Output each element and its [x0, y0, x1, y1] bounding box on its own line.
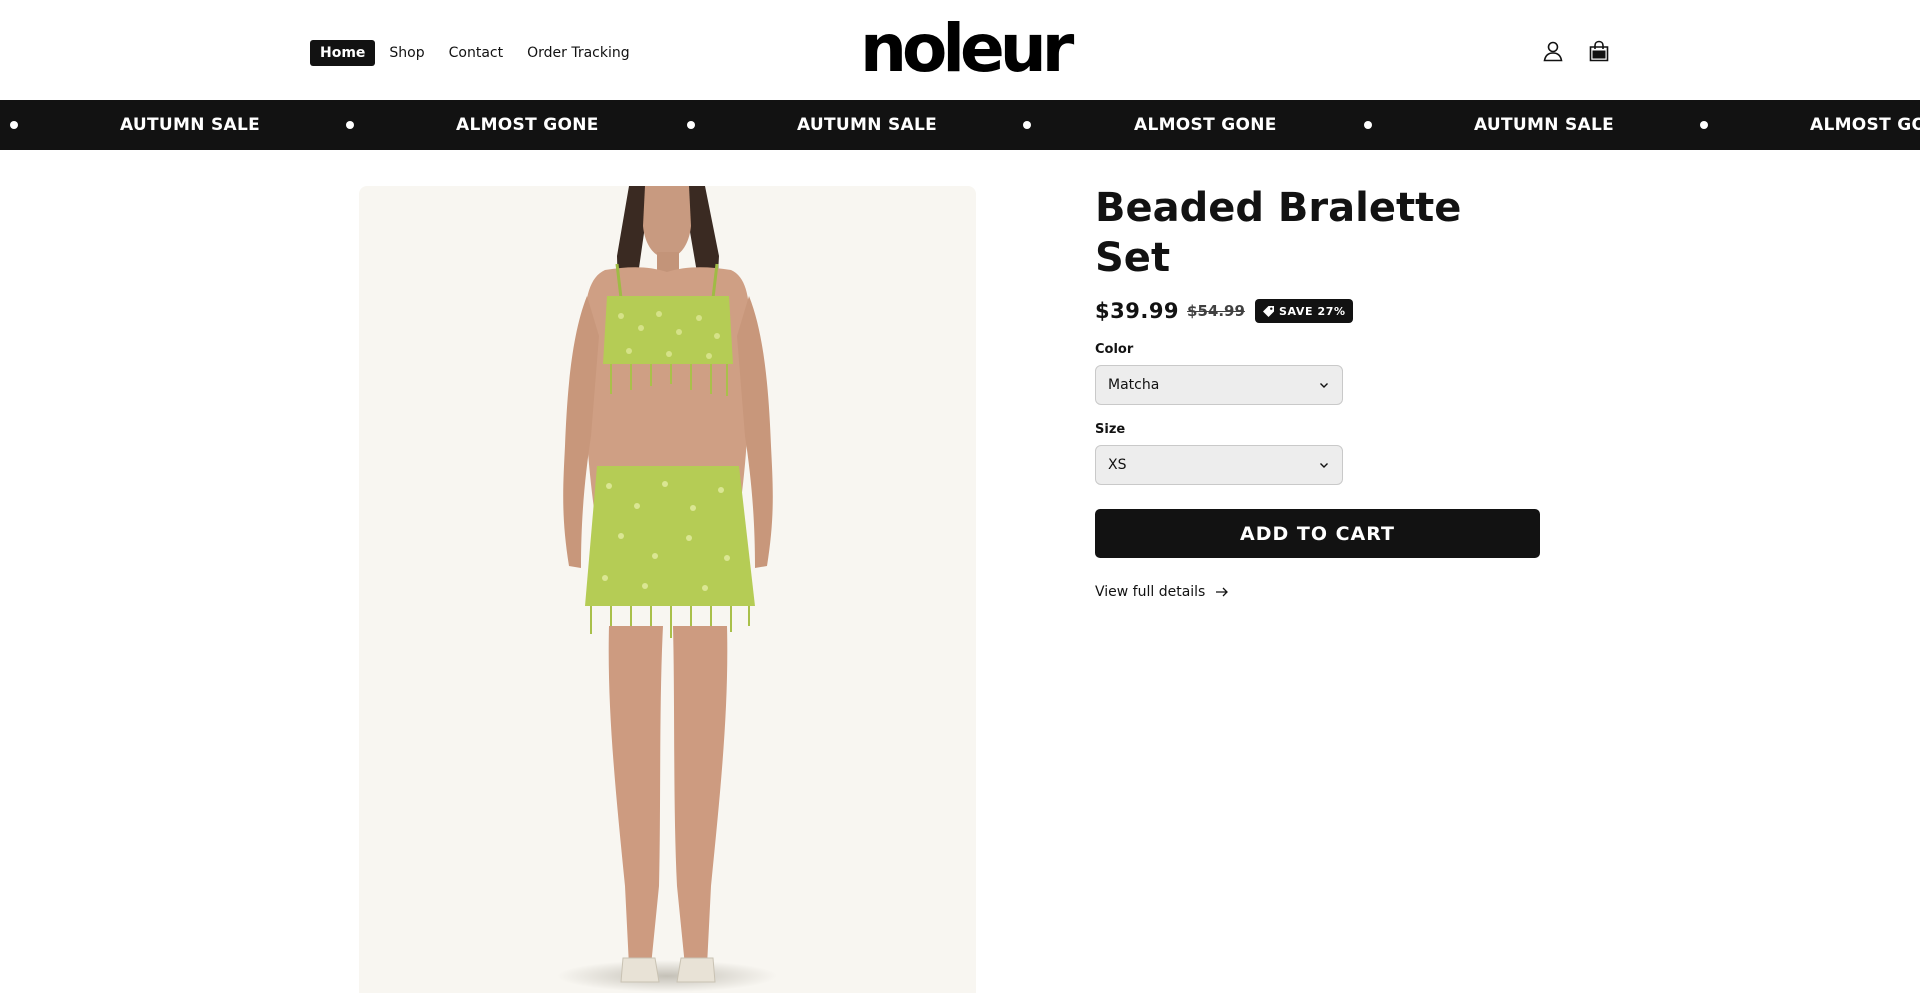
nav-home[interactable]: Home [310, 40, 376, 66]
announcement-item: ALMOST GONE [1810, 115, 1920, 135]
add-to-cart-button[interactable]: ADD TO CART [1095, 509, 1540, 558]
announcement-item: ALMOST GONE [1134, 115, 1277, 135]
arrow-right-icon [1216, 587, 1229, 597]
tag-icon [1262, 305, 1274, 317]
product-image[interactable] [359, 186, 976, 993]
color-select[interactable]: Matcha [1095, 365, 1343, 405]
main-nav: Home Shop Contact Order Tracking [310, 40, 644, 66]
save-badge: SAVE 27% [1254, 299, 1353, 323]
sale-price: $39.99 [1095, 299, 1180, 323]
view-details-link[interactable]: View full details [1095, 584, 1545, 600]
model-photo [557, 186, 777, 992]
nav-order-tracking[interactable]: Order Tracking [517, 40, 640, 66]
chevron-down-icon [1320, 383, 1328, 388]
cart-icon[interactable] [1586, 38, 1612, 64]
announcement-item: AUTUMN SALE [797, 115, 938, 135]
chevron-down-icon [1320, 463, 1328, 468]
color-label: Color [1095, 342, 1134, 357]
size-select-value: XS [1108, 457, 1127, 473]
view-details-label: View full details [1095, 584, 1206, 600]
bullet-icon [687, 121, 695, 129]
size-label: Size [1095, 422, 1126, 437]
color-select-value: Matcha [1108, 377, 1160, 393]
nav-contact[interactable]: Contact [439, 40, 513, 66]
product-info: Beaded Bralette Set $39.99 $54.99 SAVE 2… [1095, 183, 1545, 600]
compare-price: $54.99 [1187, 302, 1245, 320]
bullet-icon [10, 121, 18, 129]
site-header: Home Shop Contact Order Tracking noleur [0, 0, 1920, 100]
bullet-icon [346, 121, 354, 129]
announcement-item: ALMOST GONE [456, 115, 599, 135]
bullet-icon [1023, 121, 1031, 129]
nav-shop[interactable]: Shop [379, 40, 434, 66]
size-select[interactable]: XS [1095, 445, 1343, 485]
header-icons [1540, 38, 1612, 64]
account-icon[interactable] [1540, 38, 1566, 64]
logo[interactable]: noleur [860, 14, 1074, 84]
announcement-item: AUTUMN SALE [1474, 115, 1615, 135]
save-badge-label: SAVE 27% [1278, 304, 1346, 318]
announcement-bar: AUTUMN SALE ALMOST GONE AUTUMN SALE ALMO… [0, 100, 1920, 150]
bullet-icon [1364, 121, 1372, 129]
price-row: $39.99 $54.99 SAVE 27% [1095, 297, 1545, 325]
product-title: Beaded Bralette Set [1095, 185, 1462, 281]
announcement-item: AUTUMN SALE [120, 115, 261, 135]
bullet-icon [1700, 121, 1708, 129]
